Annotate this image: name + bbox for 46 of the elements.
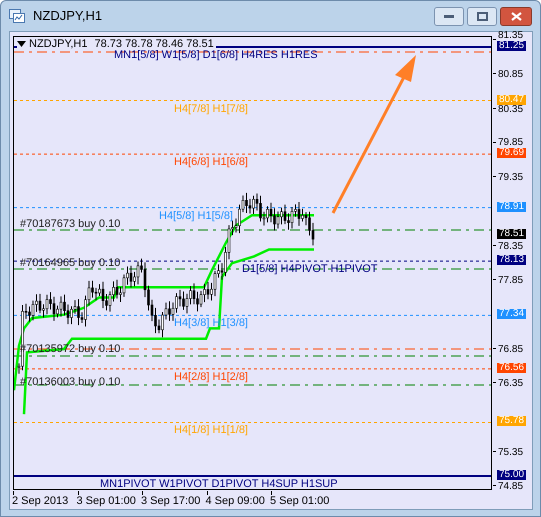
price-tag: 75.78 — [497, 416, 526, 426]
level-label: H4[7/8] H1[7/8] — [174, 102, 248, 115]
time-axis-label: 3 Sep 01:00 — [76, 495, 136, 507]
price-axis-label: 79.35 — [498, 173, 524, 184]
price-axis-label: 77.85 — [498, 276, 524, 286]
level-label: H4[6/8] H1[6/8] — [174, 156, 248, 168]
minimize-button[interactable] — [434, 6, 464, 26]
price-axis-label: 81.35 — [498, 31, 524, 41]
price-axis-label: 80.35 — [498, 104, 524, 115]
level-label: H4[2/8] H1[2/8] — [174, 370, 248, 383]
close-button[interactable] — [500, 6, 532, 26]
time-axis-label: 2 Sep 2013 — [12, 495, 68, 507]
symbol-label: NZDJPY,H1 — [29, 38, 88, 50]
level-label: H4[5/8] H1[5/8] — [159, 210, 233, 222]
level-label: MN1[5/8] W1[5/8] D1[6/8] H4RES H1RES — [114, 49, 318, 61]
close-icon — [510, 12, 522, 20]
maximize-button[interactable] — [467, 6, 497, 26]
order-label: #70164965 buy 0.10 — [20, 257, 120, 269]
chart-window-icon — [9, 9, 25, 23]
price-axis-label: 75.35 — [498, 448, 524, 458]
time-axis-label: 5 Sep 01:00 — [270, 495, 330, 507]
price-axis-label: 78.35 — [498, 242, 524, 252]
level-label: MN1PIVOT W1PIVOT D1PIVOT H4SUP H1SUP — [100, 478, 338, 489]
price-tag: 78.91 — [497, 202, 526, 212]
restore-icon — [476, 12, 488, 20]
time-axis-label: 3 Sep 17:00 — [141, 495, 200, 507]
level-label: H4[1/8] H1[1/8] — [174, 424, 248, 436]
price-axis-label: 80.85 — [498, 70, 524, 80]
window-title: NZDJPY,H1 — [33, 7, 102, 26]
price-tag: 81.25 — [497, 41, 526, 51]
price-tag: 78.51 — [497, 229, 526, 240]
dropdown-icon — [17, 40, 26, 48]
price-tag: 79.69 — [497, 148, 526, 158]
price-tag: 78.13 — [497, 255, 526, 266]
price-tag: 75.00 — [497, 470, 526, 480]
price-tag: 76.56 — [497, 362, 526, 373]
price-axis-label: 76.35 — [498, 379, 524, 390]
price-axis-label: 76.85 — [498, 345, 524, 356]
price-tag: 80.47 — [497, 94, 526, 105]
ohlc-values: 78.73 78.78 78.46 78.51 — [94, 38, 214, 50]
price-axis-label: 79.85 — [498, 138, 524, 148]
price-tag: 77.34 — [497, 309, 526, 320]
minimize-icon — [444, 14, 454, 18]
order-label: #70187673 buy 0.10 — [20, 218, 120, 230]
price-axis-label: 74.85 — [498, 482, 524, 492]
time-axis-label: 4 Sep 09:00 — [206, 495, 265, 507]
